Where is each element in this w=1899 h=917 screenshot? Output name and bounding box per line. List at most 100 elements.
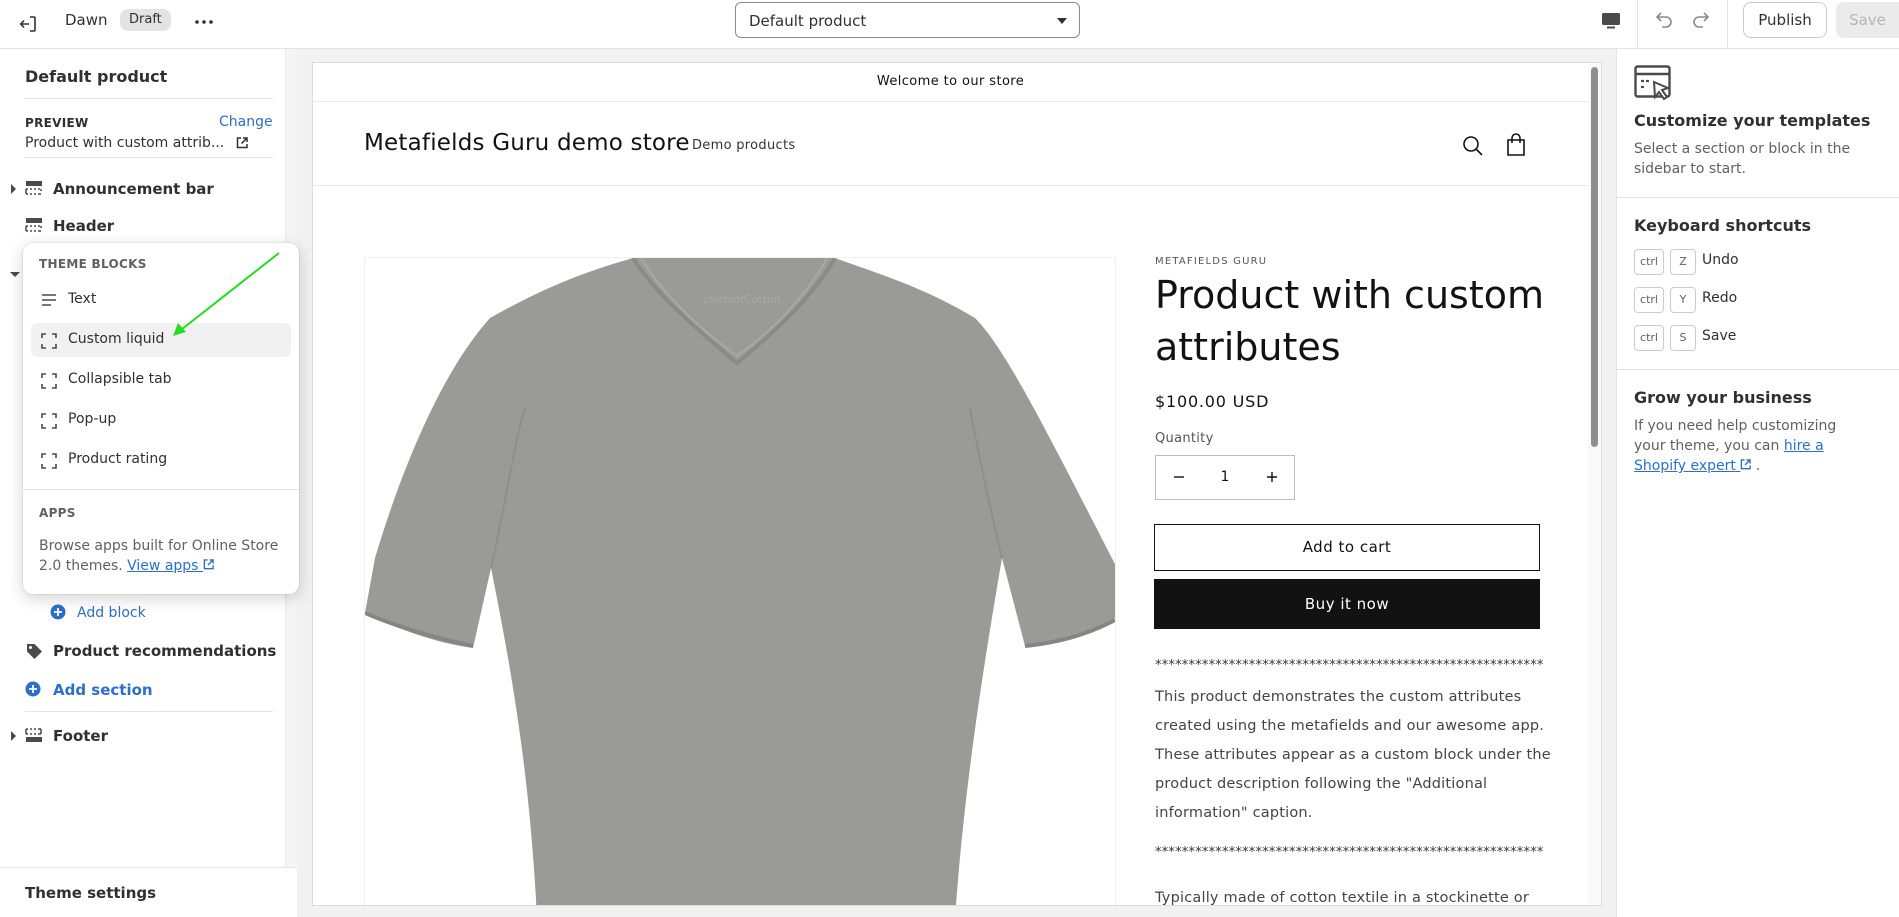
section-header[interactable]: Header (0, 213, 280, 239)
quantity-decrease-button[interactable] (1156, 456, 1201, 499)
key-ctrl: ctrl (1634, 249, 1664, 275)
block-option-collapsible-tab[interactable]: Collapsible tab (31, 363, 291, 397)
product-vendor: METAFIELDS GURU (1155, 256, 1268, 267)
divider (23, 489, 299, 490)
divider (1637, 0, 1638, 49)
exit-icon[interactable] (12, 8, 44, 40)
annotation-arrow-icon (173, 252, 280, 336)
sidebar-footer: Theme settings (0, 867, 297, 917)
quantity-increase-button[interactable] (1249, 456, 1294, 499)
apps-heading: APPS (39, 506, 76, 520)
view-apps-link[interactable]: View apps (127, 558, 214, 574)
theme-blocks-heading: THEME BLOCKS (39, 257, 147, 271)
change-preview-link[interactable]: Change (219, 114, 273, 130)
right-panel: Customize your templates Select a sectio… (1616, 49, 1899, 917)
add-to-cart-button[interactable]: Add to cart (1154, 524, 1540, 571)
theme-name: Dawn (65, 11, 108, 29)
divider (25, 98, 273, 99)
save-button[interactable]: Save (1836, 2, 1899, 38)
separator-line: ****************************************… (1155, 845, 1544, 860)
announcement-bar[interactable]: Welcome to our store (313, 63, 1588, 102)
block-option-product-rating[interactable]: Product rating (31, 443, 291, 477)
section-label: Product recommendations (53, 642, 277, 660)
block-option-label: Collapsible tab (68, 371, 172, 387)
grow-business-end: . (1755, 458, 1761, 474)
block-option-label: Pop-up (68, 411, 117, 427)
nav-link-demo-products[interactable]: Demo products (692, 138, 795, 153)
apps-description: Browse apps built for Online Store 2.0 t… (39, 536, 289, 576)
buy-it-now-button[interactable]: Buy it now (1154, 579, 1540, 629)
external-link-icon (1741, 459, 1752, 470)
divider (1727, 0, 1728, 49)
quantity-input[interactable]: 1 (1201, 456, 1249, 499)
tshirt-brand-print: shirtsofCotton (703, 293, 781, 306)
section-product-recommendations[interactable]: Product recommendations (0, 638, 280, 664)
section-layout-icon (25, 727, 43, 747)
external-link-icon[interactable] (236, 137, 248, 153)
add-section-icon[interactable] (25, 681, 41, 701)
section-layout-icon (25, 180, 43, 200)
store-preview: Welcome to our store Metafields Guru dem… (313, 63, 1601, 905)
key-ctrl: ctrl (1634, 287, 1664, 313)
tag-icon (25, 642, 43, 664)
product-description: This product demonstrates the custom att… (1155, 689, 1551, 821)
divider (1617, 197, 1899, 198)
section-footer[interactable]: Footer (0, 723, 280, 749)
key-y: Y (1670, 287, 1696, 313)
redo-icon[interactable] (1688, 7, 1714, 33)
add-section-button[interactable]: Add section (53, 681, 153, 699)
chevron-right-icon[interactable] (11, 184, 16, 194)
shortcut-label: Undo (1702, 252, 1739, 268)
theme-settings-button[interactable]: Theme settings (25, 884, 156, 902)
key-z: Z (1670, 249, 1696, 275)
key-ctrl: ctrl (1634, 325, 1664, 351)
block-option-pop-up[interactable]: Pop-up (31, 403, 291, 437)
chevron-down-icon[interactable] (10, 272, 20, 277)
block-icon (41, 373, 57, 393)
chevron-down-icon (1057, 18, 1067, 24)
draft-badge: Draft (120, 9, 171, 31)
text-icon (41, 293, 57, 311)
block-icon (41, 413, 57, 433)
preview-product[interactable]: Product with custom attrib... (25, 135, 224, 151)
grow-business-title: Grow your business (1634, 388, 1812, 407)
block-icon (41, 453, 57, 473)
preview-scrollbar[interactable] (1588, 63, 1601, 905)
quantity-label: Quantity (1155, 431, 1214, 446)
minus-icon (1173, 476, 1184, 478)
block-icon (41, 333, 57, 353)
template-cursor-icon (1634, 65, 1674, 109)
divider (25, 711, 273, 712)
separator-line: ****************************************… (1155, 658, 1544, 673)
undo-icon[interactable] (1651, 7, 1677, 33)
store-header: Metafields Guru demo store Demo products (313, 102, 1588, 186)
store-logo-text[interactable]: Metafields Guru demo store (364, 130, 690, 156)
search-icon[interactable] (1462, 135, 1484, 161)
preview-label: PREVIEW (25, 116, 89, 130)
section-announcement-bar[interactable]: Announcement bar (0, 176, 280, 202)
panel-title: Customize your templates (1634, 111, 1871, 130)
block-option-label: Text (68, 291, 97, 307)
add-block-button[interactable]: Add block (77, 605, 146, 621)
product-image[interactable]: shirtsofCotton (364, 257, 1116, 905)
more-actions-icon[interactable] (190, 8, 218, 36)
scrollbar-thumb[interactable] (1591, 67, 1598, 447)
section-label: Header (53, 217, 115, 235)
section-label: Announcement bar (53, 180, 214, 198)
key-s: S (1670, 325, 1696, 351)
sidebar-title: Default product (25, 67, 168, 86)
add-block-icon[interactable] (50, 604, 66, 624)
shortcut-label: Save (1702, 328, 1737, 344)
desktop-view-icon[interactable] (1598, 8, 1624, 34)
tshirt-image: shirtsofCotton (365, 258, 1115, 905)
divider (25, 157, 273, 158)
quantity-stepper: 1 (1155, 455, 1295, 500)
template-select-value: Default product (749, 12, 867, 30)
chevron-right-icon[interactable] (11, 731, 16, 741)
publish-button[interactable]: Publish (1743, 2, 1827, 38)
cart-icon[interactable] (1505, 133, 1527, 161)
shortcuts-title: Keyboard shortcuts (1634, 216, 1812, 235)
template-select[interactable]: Default product (735, 2, 1080, 38)
plus-icon (1266, 472, 1277, 482)
block-option-label: Custom liquid (68, 331, 165, 347)
